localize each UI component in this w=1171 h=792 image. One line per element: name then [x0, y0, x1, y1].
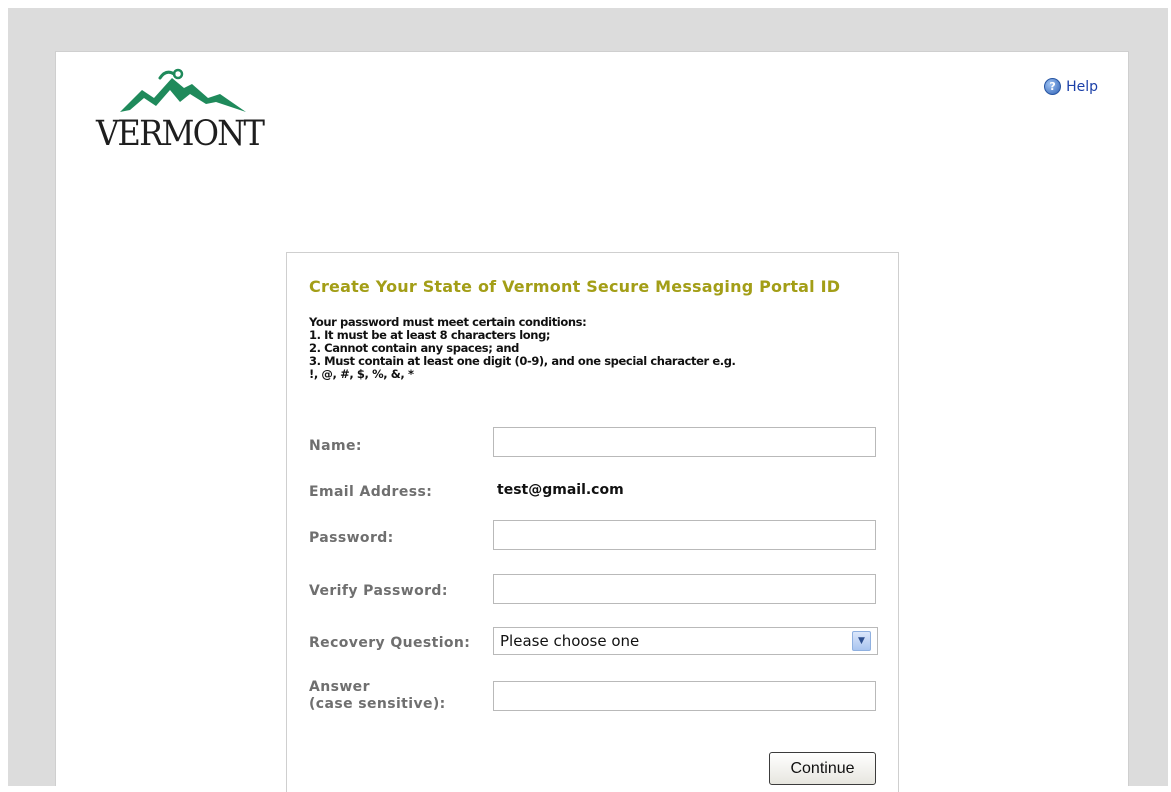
- name-input[interactable]: [493, 427, 876, 457]
- registration-form: Create Your State of Vermont Secure Mess…: [286, 252, 899, 792]
- verify-password-label: Verify Password:: [309, 583, 448, 599]
- password-rule: !, @, #, $, %, &, *: [309, 367, 414, 381]
- vermont-logo[interactable]: VERMONT: [96, 68, 271, 158]
- chevron-down-icon[interactable]: ▼: [852, 631, 871, 651]
- answer-label-line: Answer: [309, 679, 370, 695]
- logo-text: VERMONT: [96, 114, 265, 154]
- continue-button[interactable]: Continue: [769, 752, 876, 785]
- recovery-question-selected: Please choose one: [500, 632, 640, 650]
- password-label: Password:: [309, 530, 394, 546]
- form-title: Create Your State of Vermont Secure Mess…: [309, 277, 841, 296]
- answer-input[interactable]: [493, 681, 876, 711]
- help-icon: ?: [1044, 78, 1062, 95]
- help-label: Help: [1066, 78, 1098, 95]
- answer-label: Answer (case sensitive):: [309, 679, 446, 713]
- recovery-question-select[interactable]: Please choose one ▼: [493, 627, 878, 655]
- password-input[interactable]: [493, 520, 876, 550]
- answer-label-line: (case sensitive):: [309, 696, 446, 712]
- mountain-logo-icon: [120, 68, 246, 112]
- page-container: VERMONT ? Help Create Your State of Verm…: [55, 51, 1129, 792]
- email-value: test@gmail.com: [497, 482, 624, 498]
- verify-password-input[interactable]: [493, 574, 876, 604]
- email-label: Email Address:: [309, 484, 433, 500]
- password-rules: Your password must meet certain conditio…: [309, 316, 879, 381]
- help-link[interactable]: ? Help: [1044, 78, 1098, 95]
- name-label: Name:: [309, 438, 362, 454]
- recovery-question-label: Recovery Question:: [309, 635, 471, 651]
